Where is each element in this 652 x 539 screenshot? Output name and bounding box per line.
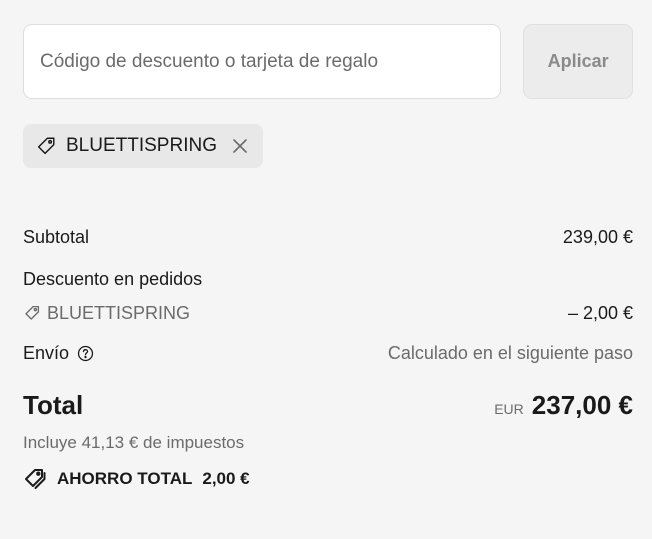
applied-discount-chip: BLUETTISPRING <box>23 124 263 168</box>
tags-icon <box>23 467 47 491</box>
applied-discount-code: BLUETTISPRING <box>66 135 217 156</box>
discount-row: Descuento en pedidos <box>23 266 633 292</box>
total-value: 237,00 € <box>531 390 633 420</box>
total-savings: AHORRO TOTAL 2,00 € <box>23 467 633 491</box>
tag-icon <box>23 304 41 322</box>
savings-value: 2,00 € <box>202 469 250 488</box>
shipping-label-group: Envío <box>23 343 94 364</box>
discount-code-input[interactable] <box>23 24 502 99</box>
total-amount-group: EUR 237,00 € <box>494 390 633 421</box>
total-row: Total EUR 237,00 € <box>23 390 633 421</box>
savings-label: AHORRO TOTAL <box>57 469 193 488</box>
cost-summary: Subtotal 239,00 € Descuento en pedidos B… <box>23 224 633 491</box>
subtotal-value: 239,00 € <box>562 226 633 247</box>
order-summary: Aplicar BLUETTISPRING Subtotal 239,00 € … <box>23 24 633 491</box>
discount-code-row: BLUETTISPRING – 2,00 € <box>23 300 633 326</box>
tax-note: Incluye 41,13 € de impuestos <box>23 433 245 452</box>
shipping-value: Calculado en el siguiente paso <box>387 342 633 363</box>
discount-label: Descuento en pedidos <box>23 268 203 289</box>
total-label: Total <box>23 390 84 420</box>
discount-code-text: BLUETTISPRING <box>47 302 191 323</box>
subtotal-label: Subtotal <box>23 226 90 247</box>
discount-form: Aplicar <box>23 24 633 99</box>
currency-code: EUR <box>494 401 524 417</box>
discount-value: – 2,00 € <box>567 302 633 323</box>
apply-button[interactable]: Aplicar <box>523 24 633 99</box>
subtotal-row: Subtotal 239,00 € <box>23 224 633 250</box>
shipping-row: Envío Calculado en el siguiente paso <box>23 340 633 366</box>
tag-icon <box>35 135 57 157</box>
help-icon[interactable] <box>77 345 94 362</box>
shipping-label: Envío <box>23 342 70 363</box>
close-icon[interactable] <box>231 137 249 155</box>
discount-code-label: BLUETTISPRING <box>23 303 190 324</box>
